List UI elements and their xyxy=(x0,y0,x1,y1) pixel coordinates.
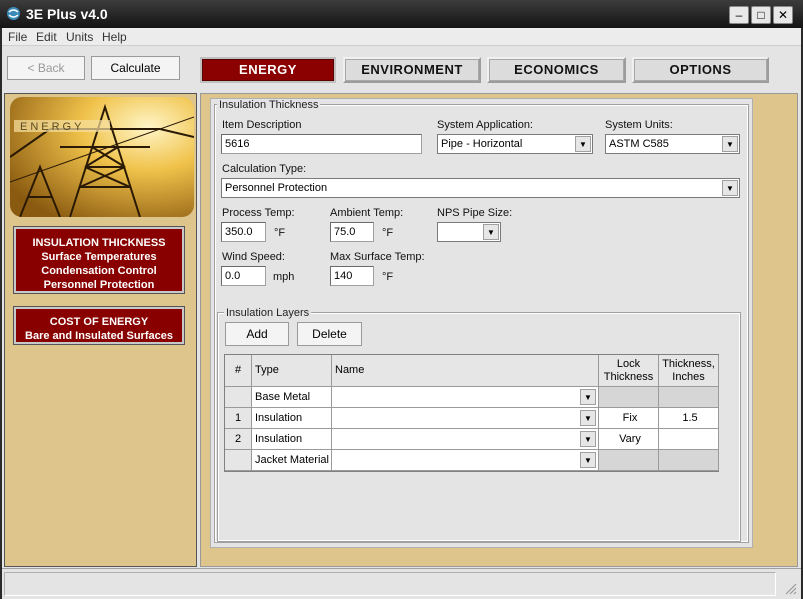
status-bar xyxy=(2,568,801,599)
menu-file[interactable]: File xyxy=(8,30,27,44)
lock-thickness-cell xyxy=(599,450,659,471)
thickness-cell[interactable]: 1.5 xyxy=(659,408,719,429)
maximize-icon[interactable]: □ xyxy=(751,6,771,24)
nav-line: INSULATION THICKNESS xyxy=(32,237,166,249)
chevron-down-icon[interactable]: ▼ xyxy=(722,136,738,152)
layer-type-cell: Base Metal xyxy=(252,387,332,408)
process-temp-unit: °F xyxy=(274,227,286,239)
system-application-label: System Application: xyxy=(437,119,533,131)
nav-line: Personnel Protection xyxy=(43,279,155,291)
chevron-down-icon[interactable]: ▼ xyxy=(580,410,596,426)
lock-thickness-cell[interactable]: Fix xyxy=(599,408,659,429)
add-layer-button[interactable]: Add xyxy=(225,322,289,346)
header-line: Thickness xyxy=(603,371,654,383)
wind-speed-label: Wind Speed: xyxy=(222,251,285,263)
calculation-type-label: Calculation Type: xyxy=(222,163,307,175)
item-description-input[interactable]: 5616 xyxy=(221,134,422,154)
header-line: Inches xyxy=(672,371,705,383)
wind-speed-unit: mph xyxy=(273,271,295,283)
group-title: Insulation Thickness xyxy=(217,99,321,111)
select-value: Pipe - Horizontal xyxy=(441,138,523,150)
select-value: Personnel Protection xyxy=(225,182,328,194)
max-surface-temp-input[interactable]: 140 xyxy=(330,266,374,286)
lock-thickness-cell xyxy=(599,387,659,408)
tab-energy[interactable]: ENERGY xyxy=(200,57,336,83)
row-number xyxy=(225,450,252,471)
chevron-down-icon[interactable]: ▼ xyxy=(575,136,591,152)
header-line: Thickness, xyxy=(662,358,715,370)
process-temp-input[interactable]: 350.0 xyxy=(221,222,266,242)
resize-grip-icon[interactable] xyxy=(783,581,797,595)
tab-environment[interactable]: ENVIRONMENT xyxy=(343,57,481,83)
ambient-temp-unit: °F xyxy=(382,227,394,239)
title-bar: 3E Plus v4.0 – □ ✕ xyxy=(0,0,803,28)
nav-line: Condensation Control xyxy=(41,265,157,277)
thickness-cell[interactable] xyxy=(659,429,719,450)
status-pane xyxy=(4,572,776,596)
power-tower-icon xyxy=(10,97,194,217)
minimize-icon[interactable]: – xyxy=(729,6,749,24)
menu-help[interactable]: Help xyxy=(102,30,127,44)
calculation-type-select[interactable]: Personnel Protection ▼ xyxy=(221,178,740,198)
column-header-num: # xyxy=(225,355,252,387)
nav-line: Bare and Insulated Surfaces xyxy=(25,330,173,342)
select-value: ASTM C585 xyxy=(609,138,669,150)
layer-type-cell: Jacket Material xyxy=(252,450,332,471)
left-sidebar: ENERGY INSULATION THICKNESS Surface Temp… xyxy=(4,93,197,567)
process-temp-label: Process Temp: xyxy=(222,207,295,219)
max-surface-temp-unit: °F xyxy=(382,271,394,283)
nps-pipe-size-select[interactable]: ▼ xyxy=(437,222,501,242)
delete-layer-button[interactable]: Delete xyxy=(297,322,362,346)
ambient-temp-label: Ambient Temp: xyxy=(330,207,404,219)
menu-bar: File Edit Units Help xyxy=(2,28,801,46)
insulation-thickness-nav[interactable]: INSULATION THICKNESS Surface Temperature… xyxy=(14,227,184,293)
layer-type-cell: Insulation xyxy=(252,429,332,450)
system-units-label: System Units: xyxy=(605,119,673,131)
layers-group-title: Insulation Layers xyxy=(224,307,312,319)
calculate-button[interactable]: Calculate xyxy=(91,56,180,80)
layer-name-select[interactable]: ▼ xyxy=(332,450,599,471)
layer-name-select[interactable]: ▼ xyxy=(332,408,599,429)
layer-name-select[interactable]: ▼ xyxy=(332,387,599,408)
column-header-lock-thickness: Lock Thickness xyxy=(599,355,659,387)
column-header-type: Type xyxy=(252,355,332,387)
tab-options[interactable]: OPTIONS xyxy=(632,57,769,83)
nav-line: COST OF ENERGY xyxy=(49,316,149,328)
nps-pipe-size-label: NPS Pipe Size: xyxy=(437,207,513,219)
energy-banner-text: ENERGY xyxy=(20,121,85,133)
cost-of-energy-nav[interactable]: COST OF ENERGY Bare and Insulated Surfac… xyxy=(14,307,184,344)
chevron-down-icon[interactable]: ▼ xyxy=(580,452,596,468)
app-logo-icon xyxy=(7,7,20,20)
energy-banner-image: ENERGY xyxy=(10,97,194,217)
column-header-thickness-inches: Thickness, Inches xyxy=(659,355,719,387)
row-number: 2 xyxy=(225,429,252,450)
menu-units[interactable]: Units xyxy=(66,30,93,44)
layers-table: # Type Name Lock Thickness Thickness, In… xyxy=(224,354,719,472)
close-icon[interactable]: ✕ xyxy=(773,6,793,24)
layer-name-select[interactable]: ▼ xyxy=(332,429,599,450)
row-number: 1 xyxy=(225,408,252,429)
ambient-temp-input[interactable]: 75.0 xyxy=(330,222,374,242)
column-header-name: Name xyxy=(332,355,599,387)
system-application-select[interactable]: Pipe - Horizontal ▼ xyxy=(437,134,593,154)
window-title: 3E Plus v4.0 xyxy=(26,6,108,22)
chevron-down-icon[interactable]: ▼ xyxy=(580,431,596,447)
menu-edit[interactable]: Edit xyxy=(36,30,57,44)
item-description-label: Item Description xyxy=(222,119,302,131)
row-number xyxy=(225,387,252,408)
nav-line: Surface Temperatures xyxy=(41,251,157,263)
back-button[interactable]: < Back xyxy=(7,56,85,80)
tab-economics[interactable]: ECONOMICS xyxy=(487,57,626,83)
chevron-down-icon[interactable]: ▼ xyxy=(722,180,738,196)
layer-type-cell: Insulation xyxy=(252,408,332,429)
chevron-down-icon[interactable]: ▼ xyxy=(483,224,499,240)
chevron-down-icon[interactable]: ▼ xyxy=(580,389,596,405)
lock-thickness-cell[interactable]: Vary xyxy=(599,429,659,450)
header-line: Lock xyxy=(616,358,641,370)
wind-speed-input[interactable]: 0.0 xyxy=(221,266,266,286)
system-units-select[interactable]: ASTM C585 ▼ xyxy=(605,134,740,154)
thickness-cell xyxy=(659,450,719,471)
thickness-cell xyxy=(659,387,719,408)
max-surface-temp-label: Max Surface Temp: xyxy=(330,251,425,263)
